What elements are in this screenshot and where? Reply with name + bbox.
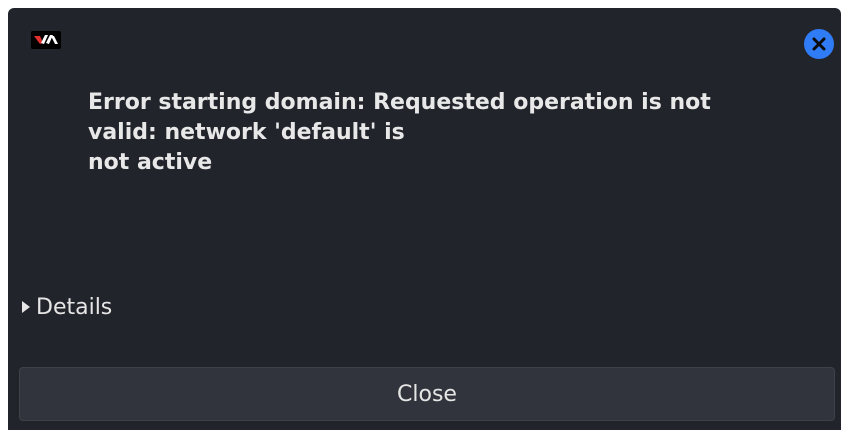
virt-manager-icon [31, 31, 61, 49]
error-message: Error starting domain: Requested operati… [88, 88, 788, 178]
error-message-line: Error starting domain: Requested operati… [88, 90, 711, 115]
error-dialog: Error starting domain: Requested operati… [8, 8, 841, 430]
error-message-line: not active [88, 150, 213, 175]
close-button-label: Close [397, 381, 457, 407]
details-expander[interactable]: Details [22, 292, 112, 322]
close-button[interactable]: Close [19, 367, 835, 421]
error-message-line: valid: network 'default' is [88, 120, 405, 145]
details-label: Details [36, 294, 113, 320]
expander-arrow-icon [22, 301, 30, 313]
close-icon[interactable] [804, 29, 834, 59]
